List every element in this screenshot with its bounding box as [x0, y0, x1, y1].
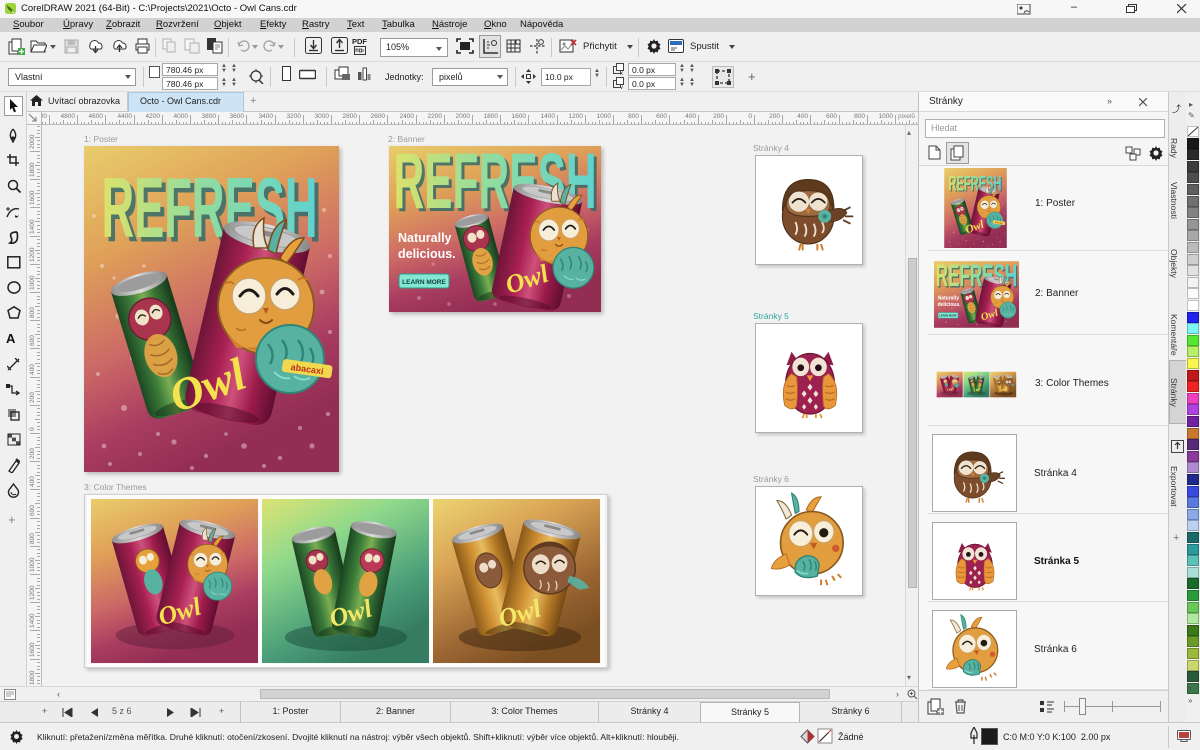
svg-text:y: y [620, 85, 623, 89]
svg-text:x: x [620, 71, 623, 75]
